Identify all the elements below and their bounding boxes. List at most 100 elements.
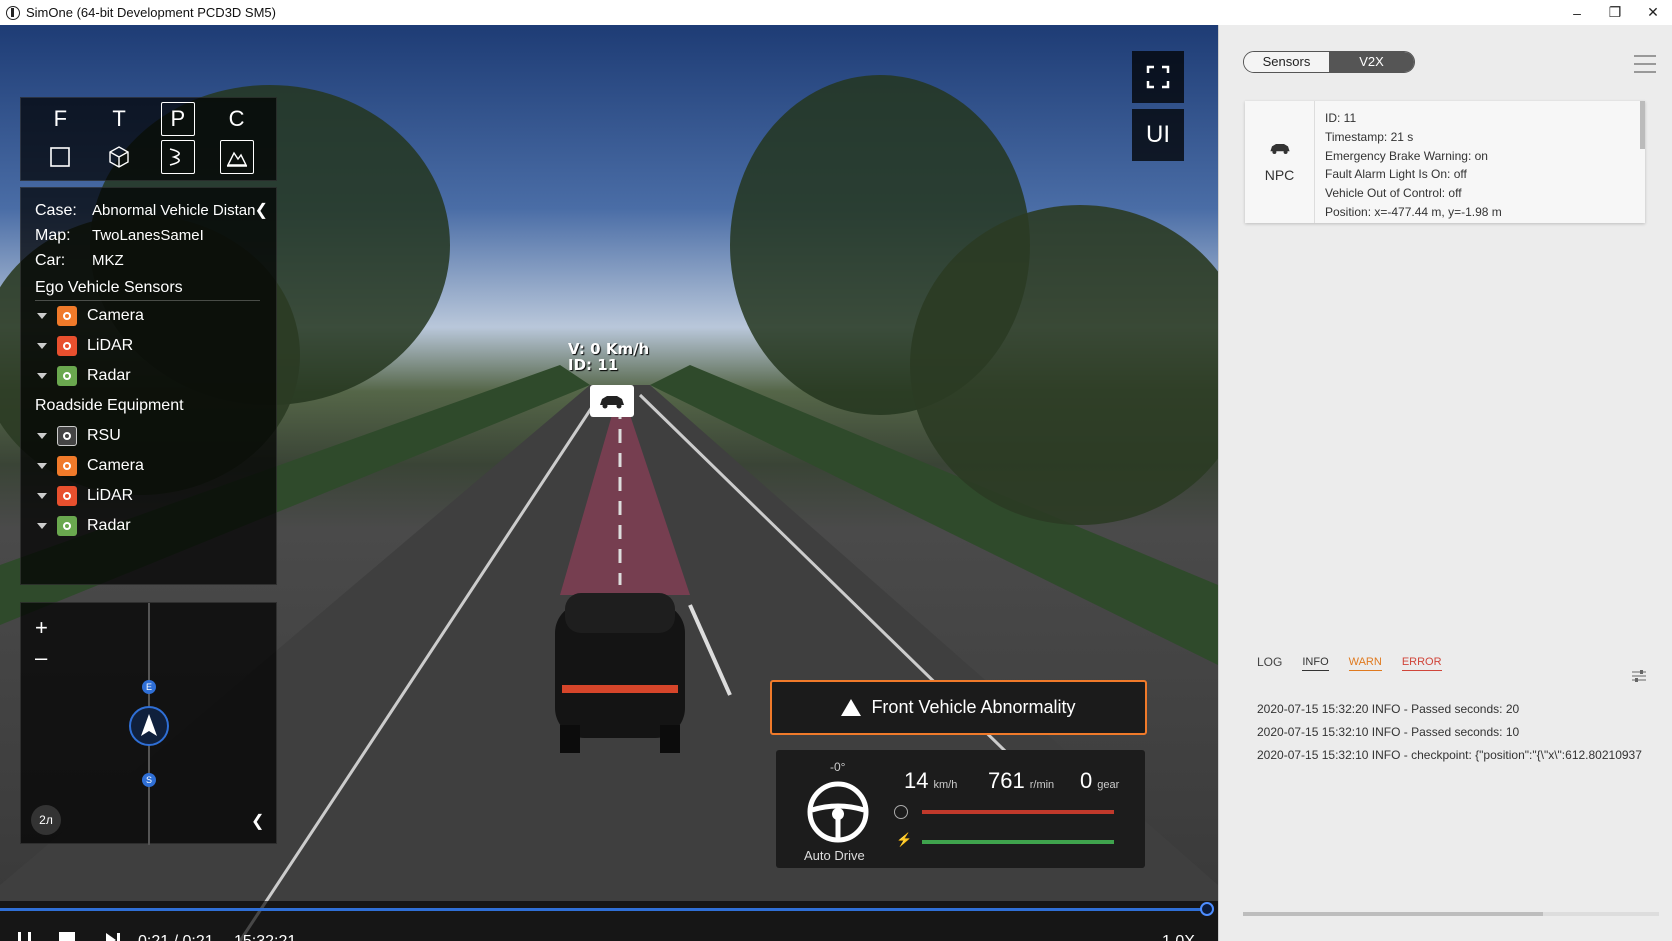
ego-sensor-camera[interactable]: Camera — [35, 301, 262, 331]
minimize-button[interactable]: – — [1558, 0, 1596, 25]
front-vehicle-alert: Front Vehicle Abnormality — [770, 680, 1147, 735]
expand-triangle-icon[interactable] — [37, 493, 47, 499]
expand-triangle-icon[interactable] — [37, 343, 47, 349]
zoom-in-button[interactable]: + — [35, 615, 48, 641]
pause-button[interactable] — [16, 931, 34, 941]
v2x-timestamp: Timestamp: 21 s — [1325, 129, 1414, 144]
gear-metric: 0 gear — [1080, 768, 1119, 794]
log-title: LOG — [1257, 655, 1283, 669]
v2x-id: ID: 11 — [1325, 111, 1357, 125]
log-entry: 2020-07-15 15:32:10 INFO - Passed second… — [1257, 725, 1520, 739]
ego-sensor-lidar[interactable]: LiDAR — [35, 331, 262, 361]
sensor-label: LiDAR — [87, 487, 134, 504]
car-value: MKZ — [92, 252, 124, 269]
log-horizontal-scrollbar[interactable] — [1243, 912, 1659, 916]
roadside-heading: Roadside Equipment — [35, 397, 184, 414]
square-icon[interactable] — [43, 140, 77, 174]
gear-unit: gear — [1097, 779, 1120, 791]
terrain-icon[interactable] — [219, 140, 254, 174]
view-chase-button[interactable]: C — [220, 102, 254, 136]
log-tab-warn[interactable]: WARN — [1348, 656, 1382, 671]
playback-time: 0:21 / 0:21 — [138, 933, 214, 941]
rsu-icon — [57, 426, 77, 446]
sensor-label: Camera — [87, 457, 144, 474]
simulation-viewport[interactable]: V: 0 Km/h ID: 11 F T P C ❮ Case: Abnorma… — [0, 25, 1218, 941]
expand-triangle-icon[interactable] — [37, 463, 47, 469]
expand-triangle-icon[interactable] — [37, 313, 47, 319]
roadside-rsu[interactable]: RSU — [35, 421, 262, 451]
fullscreen-icon — [1146, 65, 1170, 89]
npc-label: V: 0 Km/h ID: 11 — [568, 341, 649, 373]
rpm-unit: r/min — [1029, 779, 1055, 791]
view-mode-panel: F T P C — [20, 97, 277, 181]
npc-speed-label: V: 0 Km/h — [568, 340, 650, 358]
case-value: Abnormal Vehicle Distance — [92, 202, 255, 219]
card-scrollbar[interactable] — [1640, 101, 1645, 149]
map-scale-button[interactable]: 2л — [31, 805, 61, 835]
step-forward-button[interactable] — [104, 931, 122, 941]
roadside-lidar[interactable]: LiDAR — [35, 481, 262, 511]
collapse-map-chevron-icon[interactable]: ❮ — [251, 811, 264, 831]
ego-sensors-heading: Ego Vehicle Sensors — [35, 279, 260, 301]
v2x-details: ID: 11 Timestamp: 21 s Emergency Brake W… — [1325, 109, 1502, 222]
throttle-icon: ⚡ — [896, 832, 913, 847]
playback-progress[interactable] — [0, 908, 1208, 911]
v2x-out-of-control: Vehicle Out of Control: off — [1325, 186, 1462, 201]
v2x-position: Position: x=-477.44 m, y=-1.98 m — [1325, 204, 1502, 219]
speed-value: 14 — [904, 768, 929, 793]
tab-sensors[interactable]: Sensors — [1244, 52, 1329, 72]
map-marker-s: S — [142, 773, 156, 787]
expand-triangle-icon[interactable] — [37, 523, 47, 529]
ego-sensor-radar[interactable]: Radar — [35, 361, 262, 391]
camera-icon — [57, 456, 77, 476]
npc-badge: NPC — [1245, 101, 1315, 223]
log-tab-error[interactable]: ERROR — [1401, 656, 1442, 671]
minimap-panel[interactable]: + – E S 2л ❮ — [20, 602, 277, 845]
zoom-out-button[interactable]: – — [35, 645, 47, 671]
collapse-panel-chevron-icon[interactable]: ❮ — [255, 200, 268, 220]
playback-bar: 0:21 / 0:21 15:32:21 1.0X — [0, 901, 1218, 941]
expand-triangle-icon[interactable] — [37, 433, 47, 439]
map-value: TwoLanesSameI — [92, 227, 204, 244]
step-forward-icon — [106, 933, 120, 941]
v2x-card: NPC ID: 11 Timestamp: 21 s Emergency Bra… — [1245, 101, 1645, 223]
log-filter-icon[interactable] — [1631, 669, 1647, 688]
title-bar: SimOne (64-bit Development PCD3D SM5) – … — [0, 0, 1672, 25]
npc-vehicle-marker[interactable] — [590, 385, 634, 417]
roadside-radar[interactable]: Radar — [35, 511, 262, 541]
view-front-button[interactable]: F — [43, 102, 77, 136]
radar-icon — [57, 516, 77, 536]
stop-icon — [59, 932, 75, 941]
log-tab-info[interactable]: INFO — [1302, 656, 1329, 671]
drive-mode: Auto Drive — [804, 848, 865, 863]
v2x-fault-alarm: Fault Alarm Light Is On: off — [1325, 167, 1467, 182]
sensor-label: LiDAR — [87, 337, 134, 354]
path-icon[interactable] — [160, 140, 195, 174]
npc-type: NPC — [1264, 167, 1295, 183]
lidar-icon — [57, 336, 77, 356]
pause-icon — [18, 932, 31, 941]
roadside-camera[interactable]: Camera — [35, 451, 262, 481]
maximize-button[interactable]: ❐ — [1596, 0, 1634, 25]
view-top-button[interactable]: T — [102, 102, 136, 136]
menu-icon[interactable] — [1634, 55, 1656, 79]
npc-id-label: ID: 11 — [568, 356, 619, 374]
app-icon — [6, 5, 20, 20]
tab-v2x[interactable]: V2X — [1329, 52, 1414, 72]
lidar-icon — [57, 486, 77, 506]
rpm-metric: 761 r/min — [988, 768, 1054, 794]
cube-icon[interactable] — [102, 140, 136, 174]
playback-speed[interactable]: 1.0X — [1162, 933, 1195, 941]
playback-knob[interactable] — [1200, 902, 1214, 916]
brake-icon — [894, 805, 908, 819]
close-button[interactable]: ✕ — [1634, 0, 1672, 25]
map-label: Map: — [35, 226, 71, 244]
view-perspective-button[interactable]: P — [160, 102, 195, 136]
ui-toggle-button[interactable]: UI — [1132, 109, 1184, 161]
stop-button[interactable] — [58, 931, 76, 941]
sensor-v2x-toggle[interactable]: Sensors V2X — [1243, 51, 1415, 73]
log-entry: 2020-07-15 15:32:10 INFO - checkpoint: {… — [1257, 748, 1642, 762]
gear-value: 0 — [1080, 768, 1093, 793]
expand-triangle-icon[interactable] — [37, 373, 47, 379]
fullscreen-button[interactable] — [1132, 51, 1184, 103]
